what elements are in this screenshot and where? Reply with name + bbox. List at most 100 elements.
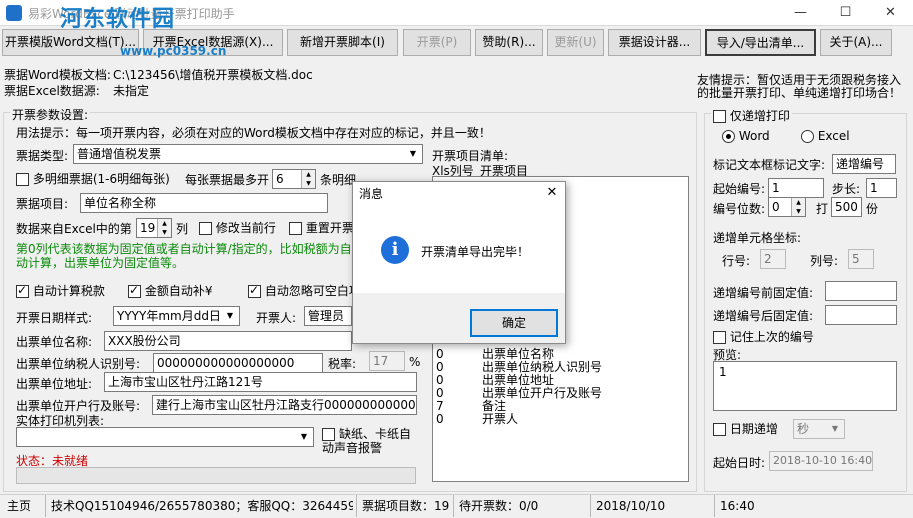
step-field[interactable]: 1: [866, 178, 897, 198]
designer-button[interactable]: 票据设计器...: [608, 29, 701, 56]
minimize-button[interactable]: —: [778, 0, 823, 26]
remember-checkbox[interactable]: [713, 331, 726, 344]
about-button[interactable]: 关于(A)...: [820, 29, 892, 56]
items-list-col-numbers: 0 0 0 0 7 0: [436, 348, 444, 426]
reset-option[interactable]: 重置开票: [289, 219, 354, 236]
date-format-select[interactable]: YYYY年mm月dd日 ▼: [113, 306, 240, 326]
new-script-button[interactable]: 新增开票脚本(I): [287, 29, 398, 56]
issuer-field[interactable]: 管理员: [304, 306, 352, 326]
dialog-ok-button[interactable]: 确定: [470, 309, 558, 337]
company-field[interactable]: XXX股份公司: [104, 331, 352, 351]
date-inc-checkbox[interactable]: [713, 423, 726, 436]
address-field[interactable]: 上海市宝山区牡丹江路121号: [104, 372, 417, 392]
issuer-label: 开票人:: [256, 311, 297, 325]
close-button[interactable]: ✕: [868, 0, 913, 26]
import-export-button[interactable]: 导入/导出清单...: [705, 29, 816, 56]
chevron-down-icon: ▼: [405, 146, 421, 162]
copies-field[interactable]: 500: [831, 197, 862, 217]
usage-hint: 用法提示：每一项开票内容，必须在对应的Word模板文档中存在对应的标记，并且一致…: [16, 126, 491, 140]
taxid-value: 000000000000000000: [157, 356, 295, 370]
date-format-label: 开票日期样式:: [16, 311, 93, 325]
auto-ignore-checkbox[interactable]: [248, 283, 261, 298]
chevron-down-icon: ▼: [222, 308, 238, 324]
rate-value: 17: [373, 354, 389, 368]
status-count: 票据项目数：19: [362, 499, 450, 513]
modify-current-option[interactable]: 修改当前行: [199, 219, 276, 236]
date-inc-label: 日期递增: [729, 422, 778, 436]
spin-arrows-icon[interactable]: ▲ ▼: [301, 170, 315, 188]
rate-unit: %: [409, 355, 421, 369]
remember-option[interactable]: 记住上次的编号: [713, 328, 814, 345]
copies-value: 500: [835, 200, 858, 214]
auto-tax-option[interactable]: 自动计算税款: [16, 282, 105, 299]
excel-radio[interactable]: [801, 130, 814, 143]
start-time-field[interactable]: 2018-10-10 16:40:01: [769, 451, 873, 471]
excel-source-label: 票据Excel数据源:: [4, 84, 100, 98]
step-label: 步长:: [832, 182, 861, 196]
type-label: 票据类型:: [16, 149, 69, 163]
excel-source-value: 未指定: [113, 84, 150, 98]
item-label: 票据项目:: [16, 197, 69, 211]
start-field[interactable]: 1: [768, 178, 824, 198]
chevron-down-icon: ▼: [296, 429, 312, 445]
word-radio[interactable]: [722, 130, 735, 143]
digits-value: 0: [772, 200, 780, 214]
reset-checkbox[interactable]: [289, 222, 302, 235]
increment-only-option[interactable]: 仅递增打印: [711, 107, 792, 124]
row-field[interactable]: 2: [760, 249, 786, 269]
bank-value: 建行上海市宝山区牡丹江路支行000000000000000: [156, 398, 417, 412]
date-inc-option[interactable]: 日期递增: [713, 420, 778, 437]
address-label: 出票单位地址:: [16, 377, 93, 391]
spin-arrows-icon[interactable]: ▲ ▼: [791, 198, 805, 216]
prefix-field[interactable]: [825, 281, 897, 301]
taxid-field[interactable]: 000000000000000000: [153, 353, 323, 373]
paper-alarm-option[interactable]: 缺纸、卡纸自动声音报警: [322, 427, 422, 455]
update-button[interactable]: 更新(U): [547, 29, 604, 56]
word-template-button[interactable]: 开票模版Word文档(T)...: [2, 29, 139, 56]
bank-field[interactable]: 建行上海市宝山区牡丹江路支行000000000000000: [152, 395, 417, 415]
rate-field[interactable]: 17: [369, 351, 405, 371]
title-bar: 易彩WordExcel联动批量开票打印助手 河东软件园 — ☐ ✕: [0, 0, 913, 32]
maximize-button[interactable]: ☐: [823, 0, 868, 26]
max-per-stepper[interactable]: 6 ▲ ▼: [272, 169, 316, 189]
list-item[interactable]: 开票人: [482, 413, 602, 426]
digits-label: 编号位数:: [713, 202, 766, 216]
auto-amount-checkbox[interactable]: [128, 283, 141, 298]
paper-alarm-label: 缺纸、卡纸自动声音报警: [322, 427, 412, 455]
status-date: 2018/10/10: [596, 499, 666, 513]
col-field[interactable]: 5: [848, 249, 874, 269]
print-invoice-button[interactable]: 开票(P): [403, 29, 471, 56]
date-unit-select[interactable]: 秒 ▼: [793, 419, 845, 439]
modify-current-checkbox[interactable]: [199, 222, 212, 235]
taxid-label: 出票单位纳税人识别号:: [16, 357, 141, 371]
auto-ignore-option[interactable]: 自动忽略可空白项: [248, 282, 352, 299]
item-field[interactable]: 单位名称全称: [80, 193, 328, 213]
multi-detail-label: 多明细票据(1-6明细每张): [32, 172, 170, 186]
type-select[interactable]: 普通增值税发票 ▼: [73, 144, 423, 164]
copies-label: 打: [816, 202, 829, 216]
status-home[interactable]: 主页: [4, 497, 31, 516]
auto-tax-checkbox[interactable]: [16, 283, 29, 298]
preview-box[interactable]: 1: [713, 361, 897, 411]
items-list-names: 出票单位名称 出票单位纳税人识别号 出票单位地址 出票单位开户行及账号 备注 开…: [482, 348, 602, 426]
auto-amount-option[interactable]: 金额自动补¥: [128, 282, 212, 299]
sponsor-button[interactable]: 赞助(R)...: [475, 29, 543, 56]
dialog-message: 开票清单导出完毕！: [421, 245, 530, 259]
spin-arrows-icon[interactable]: ▲ ▼: [157, 219, 171, 237]
company-value: XXX股份公司: [108, 334, 181, 348]
excel-radio-option[interactable]: Excel: [801, 129, 850, 143]
word-radio-option[interactable]: Word: [722, 129, 770, 143]
digits-stepper[interactable]: 0 ▲ ▼: [768, 197, 806, 217]
multi-detail-option[interactable]: 多明细票据(1-6明细每张): [16, 170, 170, 187]
paper-alarm-checkbox[interactable]: [322, 428, 335, 441]
printer-select[interactable]: ▼: [16, 427, 314, 447]
dialog-close-button[interactable]: ✕: [539, 182, 565, 204]
start-time-label: 起始日时:: [713, 456, 766, 470]
mark-field[interactable]: 递增编号: [832, 154, 896, 174]
multi-detail-checkbox[interactable]: [16, 173, 29, 186]
excel-col-stepper[interactable]: 19 ▲ ▼: [136, 218, 172, 238]
suffix-field[interactable]: [825, 305, 897, 325]
modify-current-label: 修改当前行: [215, 221, 276, 235]
status-separator: [590, 495, 591, 517]
increment-only-checkbox[interactable]: [713, 110, 726, 123]
